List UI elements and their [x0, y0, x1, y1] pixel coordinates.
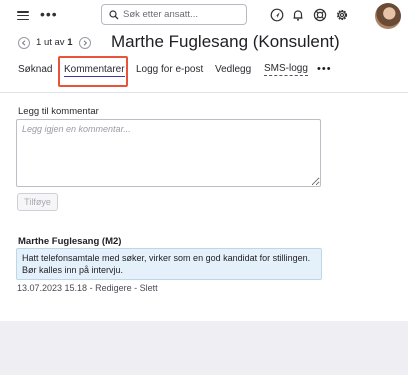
search-input[interactable] — [123, 9, 243, 20]
tabs-more-icon[interactable]: ••• — [317, 63, 332, 75]
add-comment-label: Legg til kommentar — [18, 106, 99, 117]
comment-timestamp: 13.07.2023 15.18 — [17, 283, 88, 293]
hamburger-icon[interactable] — [17, 11, 29, 21]
tab-sms-logg[interactable]: SMS-logg — [264, 63, 308, 76]
more-dots-icon[interactable]: ••• — [40, 6, 58, 22]
comment-text: Hatt telefonsamtale med søker, virker so… — [16, 248, 322, 280]
search-box[interactable] — [101, 4, 247, 25]
lifebuoy-icon[interactable] — [313, 8, 327, 22]
gear-icon[interactable] — [335, 8, 349, 22]
pager-current: 1 — [36, 37, 42, 48]
comment-textarea[interactable] — [16, 119, 321, 187]
next-icon[interactable] — [79, 37, 91, 49]
pager: 1 ut av 1 — [36, 37, 72, 49]
comment-author: Marthe Fuglesang (M2) — [18, 236, 122, 247]
meta-separator: - — [89, 283, 93, 293]
pager-of: ut av — [43, 37, 65, 48]
tab-kommentarer[interactable]: Kommentarer — [64, 63, 125, 77]
search-icon — [109, 9, 119, 19]
previous-icon[interactable] — [18, 37, 30, 49]
delete-comment-link[interactable]: Slett — [140, 283, 158, 293]
edit-comment-link[interactable]: Redigere — [95, 283, 132, 293]
tab-logg-for-e-post[interactable]: Logg for e-post — [136, 63, 203, 77]
avatar[interactable] — [375, 3, 401, 29]
tab-vedlegg[interactable]: Vedlegg — [215, 63, 251, 77]
navigation-arrow-icon[interactable] — [270, 8, 284, 22]
add-comment-button[interactable]: Tilføye — [17, 193, 58, 211]
tab-soknad[interactable]: Søknad — [18, 63, 52, 77]
comment-meta: 13.07.2023 15.18 - Redigere - Slett — [17, 283, 158, 293]
page-title: Marthe Fuglesang (Konsulent) — [111, 32, 340, 51]
meta-separator: - — [134, 283, 138, 293]
pager-total: 1 — [67, 37, 73, 48]
bell-icon[interactable] — [291, 8, 305, 22]
